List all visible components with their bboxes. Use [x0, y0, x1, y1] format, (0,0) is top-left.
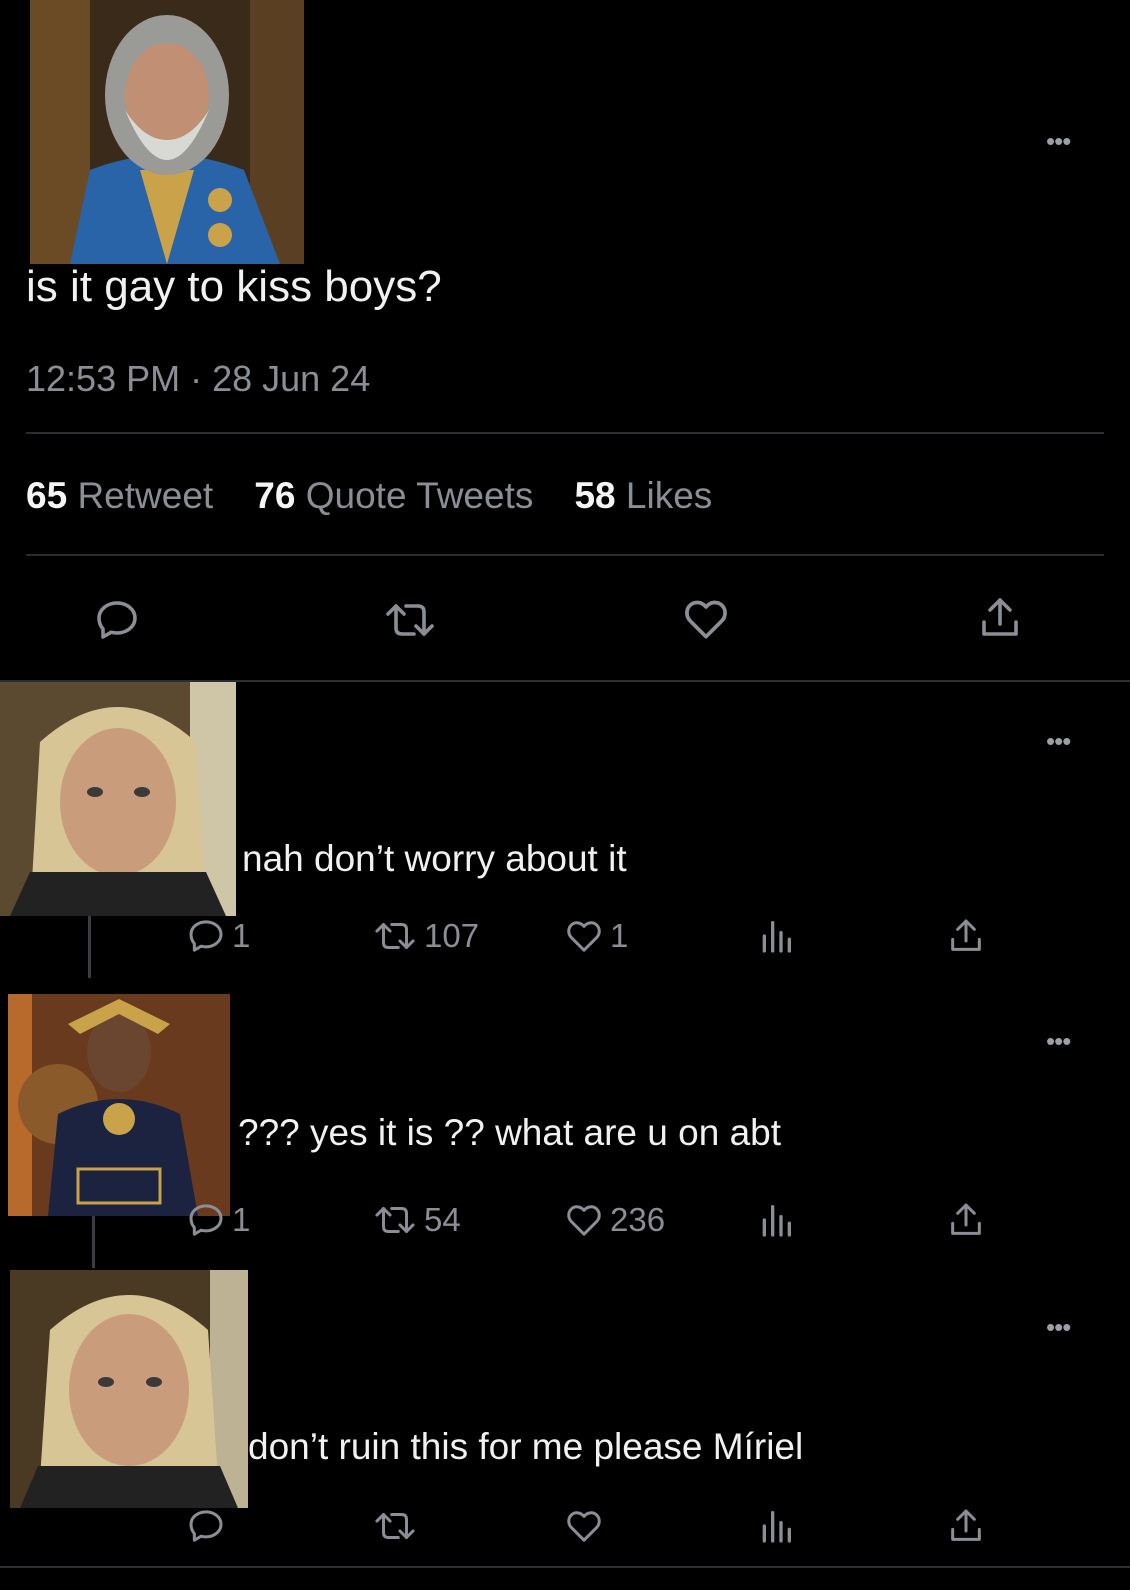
likes-stat-label: Likes: [625, 475, 713, 516]
quote-stat-count: 76: [254, 475, 296, 516]
likes-stat-count: 58: [574, 475, 616, 516]
main-tweet-text: is it gay to kiss boys?: [26, 262, 442, 311]
more-options-icon[interactable]: •••: [1046, 128, 1071, 154]
heart-icon: [567, 921, 601, 952]
avatar-reply-3[interactable]: [10, 1270, 248, 1508]
share-icon: [951, 919, 981, 951]
reply-text: nah don’t worry about it: [242, 838, 627, 879]
thread-line: [88, 916, 91, 978]
quote-stat-label: Quote Tweets: [305, 475, 534, 516]
retweet-icon: [375, 923, 415, 949]
share-icon: [951, 1203, 981, 1235]
like-button[interactable]: 236: [564, 1200, 665, 1240]
like-button[interactable]: [564, 1506, 604, 1546]
like-button[interactable]: 1: [564, 916, 628, 956]
views-button[interactable]: [756, 1506, 796, 1546]
retweet-count: 54: [424, 1201, 461, 1238]
retweet-icon: [375, 1513, 415, 1539]
heart-icon: [685, 600, 727, 639]
retweet-button[interactable]: 107: [372, 916, 479, 956]
reply-text: don’t ruin this for me please Míriel: [248, 1426, 804, 1467]
thread-line: [92, 1216, 95, 1268]
avatar-reply-2[interactable]: [8, 994, 230, 1216]
reply-button[interactable]: [186, 1506, 226, 1546]
quote-stat[interactable]: 76 Quote Tweets: [254, 475, 543, 516]
views-icon: [762, 1205, 791, 1237]
share-button[interactable]: [976, 594, 1024, 642]
tweet-timestamp[interactable]: 12:53 PM · 28 Jun 24: [26, 358, 370, 400]
divider: [26, 554, 1104, 556]
retweet-button[interactable]: [382, 596, 438, 644]
more-options-icon[interactable]: •••: [1046, 1314, 1071, 1340]
reply-count: 1: [232, 917, 251, 954]
reply-button[interactable]: 1: [186, 1200, 250, 1240]
likes-stat[interactable]: 58 Likes: [574, 475, 712, 516]
share-icon: [951, 1509, 981, 1541]
reply-icon: [189, 920, 223, 952]
retweet-icon: [375, 1207, 415, 1233]
like-count: 236: [610, 1201, 666, 1238]
divider: [26, 432, 1104, 434]
retweet-icon: [386, 604, 434, 636]
share-icon: [982, 598, 1018, 636]
more-options-icon[interactable]: •••: [1046, 1028, 1071, 1054]
avatar-reply-1[interactable]: [0, 682, 236, 916]
retweet-button[interactable]: 54: [372, 1200, 461, 1240]
reply-button[interactable]: 1: [186, 916, 250, 956]
retweet-count: 107: [424, 917, 480, 954]
share-button[interactable]: [946, 1200, 986, 1240]
views-icon: [762, 921, 791, 953]
divider: [0, 1566, 1130, 1568]
like-button[interactable]: [680, 594, 732, 644]
reply-text: ??? yes it is ?? what are u on abt: [238, 1112, 782, 1153]
more-options-icon[interactable]: •••: [1046, 728, 1071, 754]
retweet-stat-label: Retweet: [77, 475, 214, 516]
views-button[interactable]: [756, 916, 796, 956]
reply-icon: [189, 1510, 223, 1542]
heart-icon: [567, 1205, 601, 1236]
avatar-main-author[interactable]: [30, 0, 304, 264]
views-button[interactable]: [756, 1200, 796, 1240]
share-button[interactable]: [946, 1506, 986, 1546]
reply-icon: [97, 601, 137, 639]
share-button[interactable]: [946, 916, 986, 956]
retweet-stat-count: 65: [26, 475, 68, 516]
heart-icon: [567, 1511, 601, 1542]
retweet-stat[interactable]: 65 Retweet: [26, 475, 223, 516]
views-icon: [762, 1511, 791, 1543]
like-count: 1: [610, 917, 629, 954]
retweet-button[interactable]: [372, 1506, 418, 1546]
reply-count: 1: [232, 1201, 251, 1238]
tweet-stats: 65 Retweet 76 Quote Tweets 58 Likes: [26, 475, 712, 517]
reply-button[interactable]: [92, 596, 142, 644]
reply-icon: [189, 1204, 223, 1236]
